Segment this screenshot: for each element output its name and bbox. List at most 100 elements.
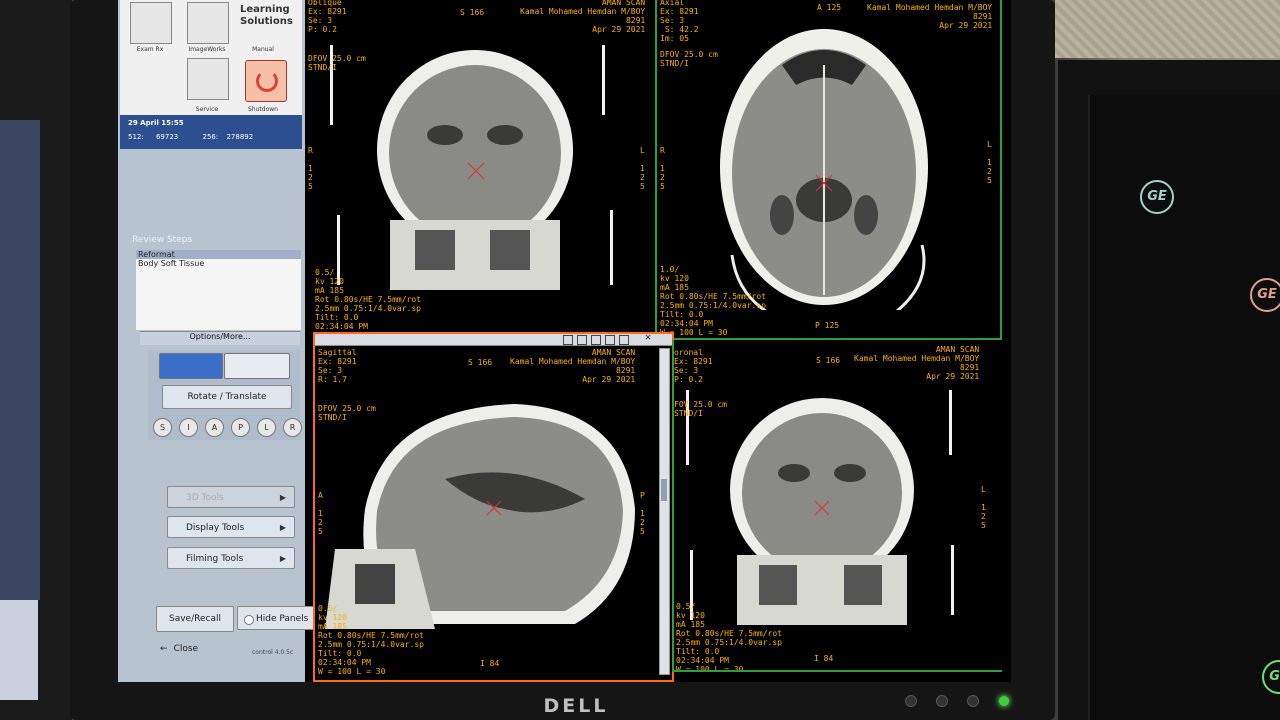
monitor-button[interactable] bbox=[967, 695, 980, 707]
monitor-button[interactable] bbox=[936, 695, 949, 707]
header-left: oronal Ex: 8291 Se: 3 P: 0.2 bbox=[674, 348, 713, 384]
direction-s-button[interactable]: S bbox=[153, 418, 172, 437]
review-step-item[interactable]: Reformat bbox=[136, 250, 301, 259]
footer-center: P 125 bbox=[815, 321, 840, 330]
ruler-bar bbox=[602, 45, 605, 115]
ge-console-panel bbox=[1088, 95, 1280, 720]
left-monitor-screen-lower bbox=[0, 600, 38, 700]
build-version: control 4.0.5c bbox=[252, 649, 294, 656]
review-steps-title: Review Steps bbox=[132, 235, 193, 245]
dfov: DFOV 25.0 cm STND/I bbox=[660, 50, 718, 68]
footer: 1.0/ kv 120 mA 185 Rot 0.80s/HE 7.5mm/ro… bbox=[660, 265, 766, 337]
exam-rx-icon[interactable] bbox=[130, 2, 172, 44]
viewport-sagittal[interactable]: ✕ Sagittal Ex: 8291 Se: 3 R: 1.7 S 166 A… bbox=[313, 332, 674, 682]
system-status: 29 April 15:55 512: 69723 256: 278892 bbox=[120, 115, 302, 149]
wand-tool-icon[interactable] bbox=[224, 353, 290, 379]
dfov: DFOV 25.0 cm STND/I bbox=[308, 54, 366, 72]
rotate-translate-button[interactable]: Rotate / Translate bbox=[162, 385, 292, 409]
stat-512-label: 512: bbox=[128, 133, 144, 141]
review-step-item[interactable]: Body Soft Tissue bbox=[136, 259, 301, 268]
header-right: Kamal Mohamed Hemdan M/BOY 8291 Apr 29 2… bbox=[867, 3, 993, 30]
viewport-coronal-top[interactable]: Oblique Ex: 8291 Se: 3 P: 0.2 S 166 AMAN… bbox=[305, 0, 653, 330]
stat-256-value: 278892 bbox=[226, 133, 254, 141]
side-right: L 1 2 5 bbox=[987, 140, 992, 185]
direction-a-button[interactable]: A bbox=[205, 418, 224, 437]
viewport-scrollbar[interactable] bbox=[659, 348, 670, 675]
header-center: S 166 bbox=[816, 356, 841, 365]
header-left: Oblique Ex: 8291 Se: 3 P: 0.2 bbox=[308, 0, 347, 34]
scrollbar-thumb[interactable] bbox=[661, 479, 667, 501]
direction-p-button[interactable]: P bbox=[231, 418, 250, 437]
zoom-icon[interactable] bbox=[563, 335, 573, 345]
direction-r-button[interactable]: R bbox=[283, 418, 302, 437]
left-monitor-screen bbox=[0, 120, 40, 600]
monitor-buttons bbox=[905, 692, 1024, 711]
options-more-button[interactable]: Options/More... bbox=[140, 331, 300, 345]
header-center: S 166 bbox=[468, 358, 493, 367]
close-button[interactable]: Close bbox=[160, 644, 199, 654]
ge-logo-icon: GE bbox=[1262, 660, 1280, 694]
imageworks-label: ImageWorks bbox=[188, 46, 226, 53]
header-right: AMAN SCAN Kamal Mohamed Hemdan M/BOY 829… bbox=[510, 348, 636, 384]
shutdown-label: Shutdown bbox=[248, 106, 278, 113]
side-right: L 1 2 5 bbox=[640, 146, 645, 191]
settings-icon[interactable] bbox=[619, 335, 629, 345]
footer-center: I 84 bbox=[814, 654, 834, 663]
header-left: Sagittal Ex: 8291 Se: 3 R: 1.7 bbox=[318, 348, 357, 384]
ge-logo-icon: GE bbox=[1140, 180, 1174, 214]
ruler-bar bbox=[610, 210, 613, 285]
exam-rx-label: Exam Rx bbox=[136, 46, 164, 53]
sagittal-ct-image bbox=[325, 404, 635, 629]
header-right: AMAN SCAN Kamal Mohamed Hemdan M/BOY 829… bbox=[520, 0, 646, 34]
footer-center: I 84 bbox=[480, 659, 500, 668]
direction-l-button[interactable]: L bbox=[257, 418, 276, 437]
dell-logo: DELL bbox=[543, 695, 609, 717]
hide-panels-button[interactable]: Hide Panels bbox=[237, 606, 315, 630]
service-label: Service bbox=[195, 106, 219, 113]
shutdown-icon[interactable] bbox=[245, 60, 287, 102]
ruler-bar bbox=[951, 545, 954, 615]
header-left: Axial Ex: 8291 Se: 3 S: 42.2 Im: 05 bbox=[660, 0, 699, 43]
cube-tool-icon[interactable] bbox=[159, 353, 223, 379]
header-right: AMAN SCAN Kamal Mohamed Hemdan M/BOY 829… bbox=[854, 345, 980, 381]
service-icon[interactable] bbox=[187, 58, 229, 100]
dfov: FOV 25.0 cm STND/I bbox=[674, 400, 727, 418]
ruler-bar bbox=[949, 390, 952, 455]
direction-i-button[interactable]: I bbox=[179, 418, 198, 437]
footer: 0.5/ kv 120 mA 185 Rot 0.80s/HE 7.5mm/ro… bbox=[318, 604, 424, 676]
tool-icon[interactable] bbox=[605, 335, 615, 345]
viewport-axial-top[interactable]: Axial Ex: 8291 Se: 3 S: 42.2 Im: 05 A 12… bbox=[655, 0, 1002, 340]
side-left: R 1 2 5 bbox=[660, 146, 665, 191]
header-center: S 166 bbox=[460, 8, 485, 17]
close-icon[interactable]: ✕ bbox=[645, 334, 651, 343]
filming-tools-button[interactable]: Filming Tools bbox=[167, 547, 295, 570]
stat-256-label: 256: bbox=[202, 133, 219, 141]
monitor-button[interactable] bbox=[905, 695, 917, 707]
ge-logo-icon: GE bbox=[1250, 278, 1280, 312]
stat-512-value: 69723 bbox=[155, 133, 179, 141]
viewport-coronal-bottom[interactable]: oronal Ex: 8291 Se: 3 P: 0.2 S 166 AMAN … bbox=[672, 340, 1002, 672]
viewport-titlebar[interactable]: ✕ bbox=[315, 334, 672, 346]
side-right: P 1 2 5 bbox=[640, 491, 645, 536]
shelf bbox=[1055, 0, 1280, 58]
date-time: 29 April 15:55 bbox=[128, 119, 184, 127]
side-right: L 1 2 5 bbox=[981, 485, 986, 530]
review-steps-list: Reformat Body Soft Tissue bbox=[136, 250, 301, 330]
side-left: A 1 2 5 bbox=[318, 491, 323, 536]
display-tools-button[interactable]: Display Tools bbox=[167, 516, 295, 539]
save-recall-button[interactable]: Save/Recall bbox=[156, 606, 234, 632]
3d-tools-button[interactable]: 3D Tools bbox=[167, 486, 295, 509]
learning-solutions-button[interactable]: Learning Solutions bbox=[240, 4, 293, 28]
imageworks-icon[interactable] bbox=[187, 2, 229, 44]
dfov: DFOV 25.0 cm STND/I bbox=[318, 404, 376, 422]
measure-icon[interactable] bbox=[591, 335, 601, 345]
header-center: A 125 bbox=[817, 3, 842, 12]
footer: 0.5/ kv 120 mA 185 Rot 0.80s/HE 7.5mm/ro… bbox=[315, 268, 421, 330]
side-left: R 1 2 5 bbox=[308, 146, 313, 191]
power-led-icon[interactable] bbox=[998, 695, 1011, 707]
pan-icon[interactable] bbox=[577, 335, 587, 345]
coronal-ct-image bbox=[377, 50, 573, 290]
manual-label: Manual bbox=[252, 46, 274, 53]
footer: 0.5/ kv 120 mA 185 Rot 0.80s/HE 7.5mm/ro… bbox=[676, 602, 782, 672]
coronal-ct-image-bottom bbox=[730, 398, 914, 625]
